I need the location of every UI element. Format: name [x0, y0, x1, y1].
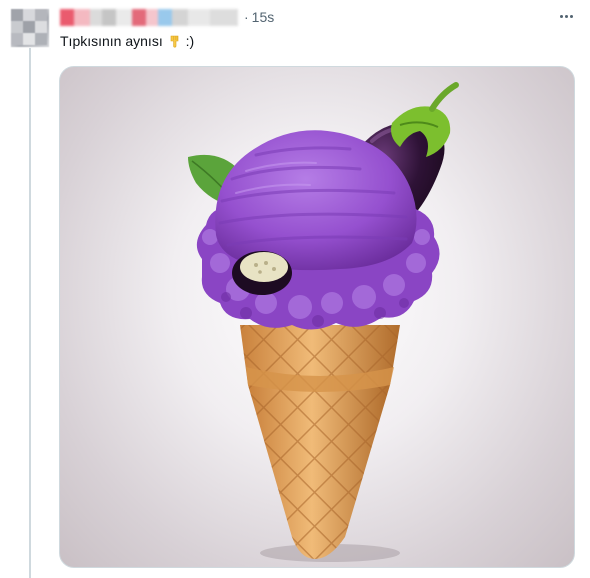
ice-cream-cone-eggplant-icon [188, 82, 459, 562]
timestamp-text: 15s [251, 9, 275, 25]
media-image[interactable] [59, 66, 575, 568]
thread-line [29, 48, 31, 578]
timestamp[interactable]: · 15s [244, 9, 274, 25]
avatar[interactable] [11, 9, 49, 47]
more-options-icon[interactable] [556, 6, 576, 26]
timestamp-separator: · [244, 9, 249, 25]
tweet-body: Tıpkısının aynısı [60, 33, 163, 49]
tweet-smiley: :) [185, 33, 195, 49]
username-redacted[interactable] [60, 9, 238, 26]
tweet-text: Tıpkısının aynısı :) [60, 33, 194, 49]
pointing-down-hand-icon [170, 35, 178, 48]
